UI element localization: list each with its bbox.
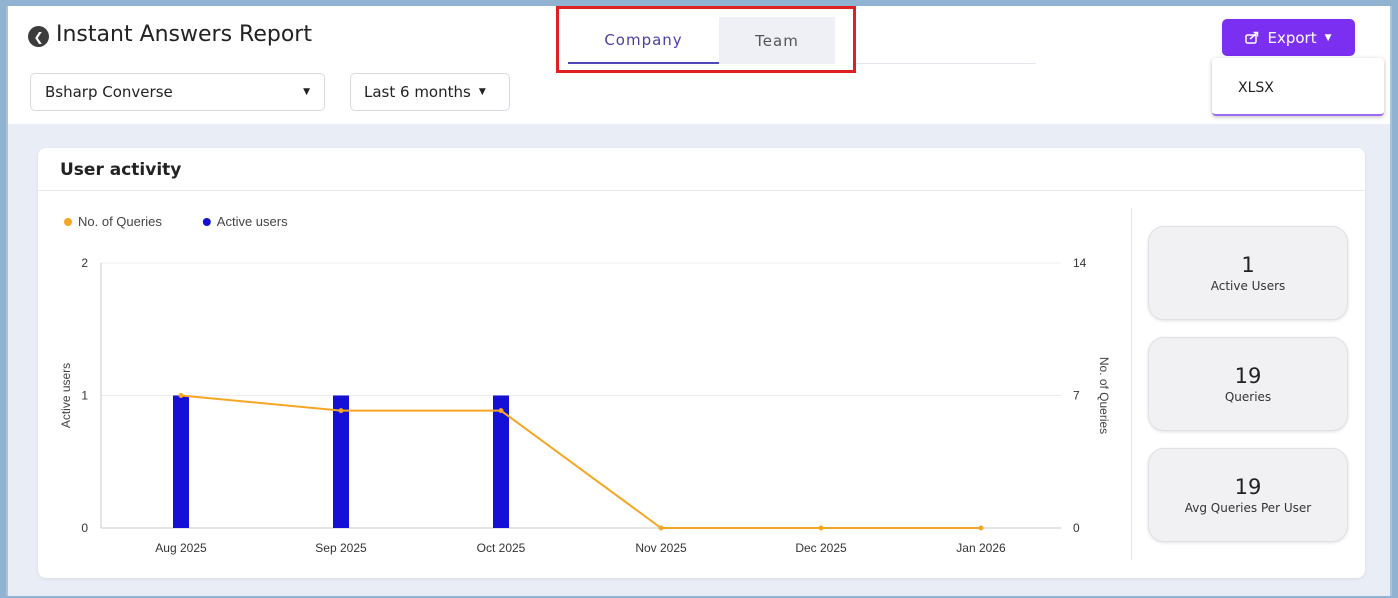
y-tick-label: 0: [81, 521, 88, 535]
company-select-value: Bsharp Converse: [45, 83, 173, 101]
page-title: Instant Answers Report: [56, 22, 312, 47]
stat-value: 19: [1234, 364, 1262, 388]
export-button[interactable]: Export ▼: [1222, 19, 1355, 56]
caret-down-icon: ▼: [303, 87, 310, 97]
y-right-tick-label: 7: [1073, 389, 1080, 403]
stat-value: 19: [1234, 475, 1262, 499]
tab-company[interactable]: Company: [568, 17, 719, 64]
x-tick-label: Sep 2025: [315, 541, 367, 555]
date-range-value: Last 6 months: [364, 83, 471, 101]
x-tick-label: Oct 2025: [477, 541, 526, 555]
queries-line: [180, 394, 981, 529]
line-point: [818, 525, 824, 531]
export-label: Export: [1267, 28, 1317, 47]
legend-label: Active users: [217, 214, 288, 229]
tab-team[interactable]: Team: [719, 17, 835, 64]
export-dropdown-menu: XLSX: [1212, 58, 1384, 116]
bar: [173, 395, 189, 528]
legend-label: No. of Queries: [78, 214, 162, 229]
back-arrow-icon[interactable]: ❮: [28, 26, 49, 47]
x-tick-label: Aug 2025: [155, 541, 207, 555]
user-activity-card: User activity 0 1 2 0 7 14 Active users No. of …: [38, 148, 1365, 578]
line-point: [978, 525, 984, 531]
stat-avg-queries: 19 Avg Queries Per User: [1148, 448, 1348, 542]
stat-label: Queries: [1224, 390, 1272, 404]
tab-divider: [856, 63, 1036, 64]
stat-value: 1: [1241, 253, 1255, 277]
y-right-tick-label: 14: [1073, 256, 1087, 270]
export-option-xlsx[interactable]: XLSX: [1238, 80, 1274, 96]
x-tick-label: Jan 2026: [956, 541, 1006, 555]
line-point: [498, 408, 504, 414]
y-axis-title-right: No. of Queries: [1097, 357, 1111, 434]
line-point: [178, 393, 184, 398]
x-tick-label: Dec 2025: [795, 541, 847, 555]
line-point: [338, 408, 344, 414]
stat-label: Active Users: [1210, 279, 1286, 293]
stat-queries: 19 Queries: [1148, 337, 1348, 431]
user-activity-chart: 0 1 2 0 7 14 Active users No. of Queries Aug 202…: [59, 214, 1111, 555]
view-tabs: Company Team: [568, 17, 839, 64]
legend-marker: [64, 218, 72, 226]
date-range-select[interactable]: Last 6 months ▼: [350, 73, 510, 111]
caret-down-icon: ▼: [1324, 32, 1332, 43]
card-title: User activity: [60, 160, 182, 180]
caret-down-icon: ▼: [478, 87, 486, 97]
share-icon: [1245, 31, 1259, 44]
bar: [333, 395, 349, 528]
report-header: ❮ Instant Answers Report Company Team Ex…: [8, 6, 1390, 124]
card-divider: [38, 190, 1365, 191]
stat-label: Avg Queries Per User: [1184, 501, 1312, 515]
x-tick-label: Nov 2025: [635, 541, 687, 555]
legend-marker: [202, 218, 211, 226]
y-right-tick-label: 0: [1073, 521, 1080, 535]
y-tick-label: 2: [81, 256, 88, 270]
line-point: [658, 525, 664, 531]
stats-divider: [1131, 208, 1132, 560]
stat-active-users: 1 Active Users: [1148, 226, 1348, 320]
y-axis-title-left: Active users: [59, 363, 73, 428]
company-select[interactable]: Bsharp Converse ▼: [30, 73, 325, 111]
y-tick-label: 1: [81, 389, 88, 403]
app-window: ❮ Instant Answers Report Company Team Ex…: [6, 6, 1392, 596]
